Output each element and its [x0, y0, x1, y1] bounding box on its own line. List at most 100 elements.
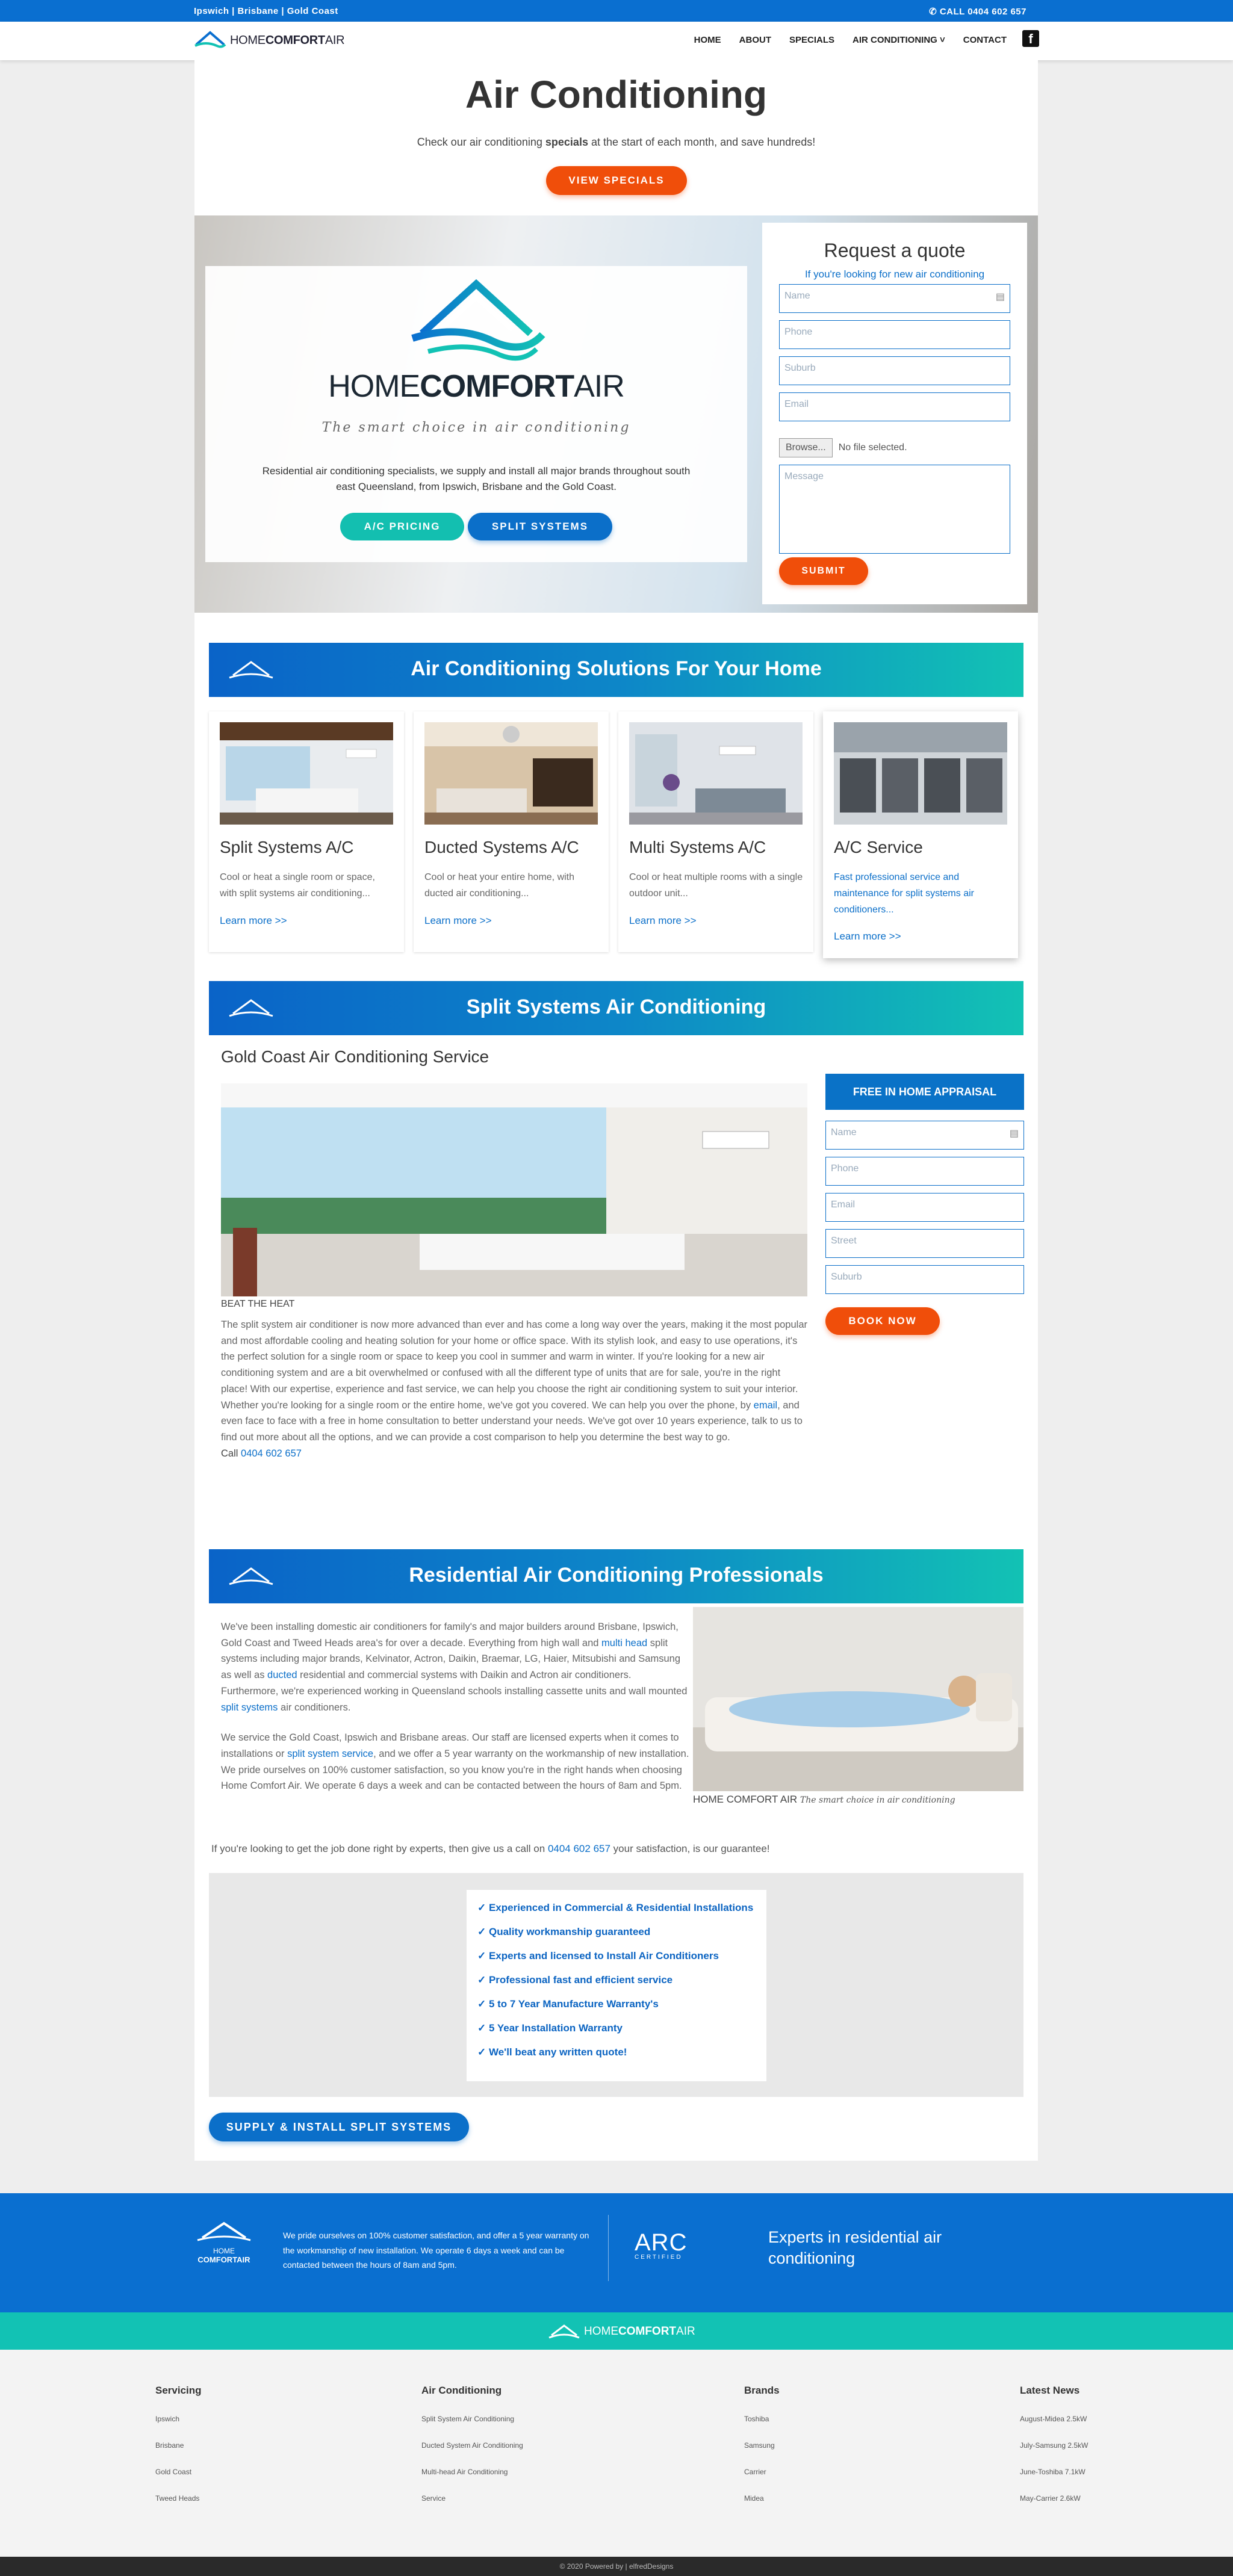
residential-paragraph-2: We service the Gold Coast, Ipswich and B…	[221, 1732, 689, 1792]
learn-more-link[interactable]: Learn more >>	[220, 915, 287, 927]
footer-link[interactable]: Samsung	[744, 2441, 780, 2468]
learn-more-link[interactable]: Learn more >>	[629, 915, 697, 927]
quote-form-title: Request a quote	[824, 240, 966, 261]
browse-button[interactable]: Browse...	[779, 438, 833, 457]
appraisal-phone-field[interactable]: Phone	[825, 1157, 1024, 1186]
quote-suburb-field[interactable]: Suburb	[779, 356, 1010, 385]
footer-logo-icon	[197, 2221, 251, 2241]
quote-submit-button[interactable]: SUBMIT	[779, 557, 868, 585]
footer-link[interactable]: Gold Coast	[155, 2468, 202, 2494]
footer-link[interactable]: Service	[421, 2494, 523, 2521]
nav-item-contact[interactable]: CONTACT	[963, 35, 1007, 45]
footer-link[interactable]: Brisbane	[155, 2441, 202, 2468]
footer-link[interactable]: July-Samsung 2.5kW	[1020, 2441, 1088, 2468]
split-systems-button[interactable]: SPLIT SYSTEMS	[468, 513, 612, 540]
service-card-text: Fast professional service and maintenanc…	[834, 872, 974, 915]
appraisal-phone-placeholder: Phone	[831, 1163, 859, 1174]
phone-link[interactable]: 0404 602 657	[241, 1448, 302, 1459]
quote-email-placeholder: Email	[784, 399, 809, 409]
footer-link[interactable]: Ipswich	[155, 2415, 202, 2441]
nav-item-specials[interactable]: SPECIALS	[789, 35, 834, 45]
footer-link[interactable]: August-Midea 2.5kW	[1020, 2415, 1088, 2441]
quote-form: Request a quote If you're looking for ne…	[762, 223, 1027, 604]
service-card-multi[interactable]: Multi Systems A/C Cool or heat multiple …	[618, 711, 813, 952]
benefit-item: ✓ We'll beat any written quote!	[477, 2046, 627, 2058]
footer-link[interactable]: Split System Air Conditioning	[421, 2415, 523, 2441]
logo-text: HOMECOMFORTAIR	[230, 33, 345, 47]
split-system-room-image	[220, 722, 393, 825]
page-subtitle: Check our air conditioning specials at t…	[417, 136, 816, 148]
book-now-button[interactable]: BOOK NOW	[825, 1307, 940, 1335]
benefit-item: ✓ Quality workmanship guaranteed	[477, 1926, 651, 1937]
footer-logo-band: HOMECOMFORTAIR	[0, 2312, 1233, 2350]
residential-banner: Residential Air Conditioning Professiona…	[209, 1549, 1023, 1603]
footer-link[interactable]: Toshiba	[744, 2415, 780, 2441]
appraisal-street-field[interactable]: Street	[825, 1229, 1024, 1258]
learn-more-link[interactable]: Learn more >>	[424, 915, 492, 927]
benefit-item: ✓ Professional fast and efficient servic…	[477, 1974, 673, 1986]
quote-form-subtitle: If you're looking for new air conditioni…	[804, 268, 985, 280]
quote-phone-placeholder: Phone	[784, 327, 813, 337]
benefits-section: ✓ Experienced in Commercial & Residentia…	[209, 1873, 1023, 2097]
logo-roof-icon	[194, 31, 226, 48]
split-system-service-link[interactable]: split system service	[287, 1748, 373, 1759]
quote-message-field[interactable]: Message	[779, 465, 1010, 554]
appraisal-suburb-field[interactable]: Suburb	[825, 1265, 1024, 1294]
quote-email-field[interactable]: Email	[779, 392, 1010, 421]
footer-link[interactable]: Multi-head Air Conditioning	[421, 2468, 523, 2494]
email-link[interactable]: email	[754, 1400, 777, 1411]
footer-links: Servicing Ipswich Brisbane Gold Coast Tw…	[0, 2350, 1233, 2557]
multi-head-link[interactable]: multi head	[601, 1638, 647, 1649]
nav-item-air-conditioning-label: AIR CONDITIONING	[853, 35, 937, 45]
ac-pricing-button[interactable]: A/C PRICING	[340, 513, 464, 540]
cta-phone-link[interactable]: 0404 602 657	[548, 1843, 610, 1854]
view-specials-button[interactable]: VIEW SPECIALS	[546, 166, 687, 195]
facebook-icon[interactable]: f	[1022, 30, 1039, 47]
main-navigation: HOMECOMFORTAIR HOME ABOUT SPECIALS AIR C…	[0, 22, 1233, 60]
nav-item-about[interactable]: ABOUT	[739, 35, 771, 45]
appraisal-name-field[interactable]: Name ▤	[825, 1121, 1024, 1150]
page-content: Air Conditioning Check our air condition…	[194, 60, 1038, 2161]
appraisal-email-field[interactable]: Email	[825, 1193, 1024, 1222]
service-card-text: Cool or heat multiple rooms with a singl…	[629, 872, 803, 899]
footer-band-logo[interactable]: HOMECOMFORTAIR	[548, 2323, 695, 2340]
site-logo[interactable]: HOMECOMFORTAIR	[194, 30, 345, 51]
service-card-split[interactable]: Split Systems A/C Cool or heat a single …	[209, 711, 404, 952]
appraisal-email-placeholder: Email	[831, 1200, 856, 1210]
footer-link[interactable]: Tweed Heads	[155, 2494, 202, 2521]
supply-install-button[interactable]: SUPPLY & INSTALL SPLIT SYSTEMS	[209, 2113, 469, 2141]
nav-menu: HOME ABOUT SPECIALS AIR CONDITIONING ˅ C…	[694, 35, 1007, 45]
ducted-link[interactable]: ducted	[267, 1670, 297, 1680]
footer-link[interactable]: Carrier	[744, 2468, 780, 2494]
service-card-service[interactable]: A/C Service Fast professional service an…	[823, 711, 1018, 958]
service-card-ducted[interactable]: Ducted Systems A/C Cool or heat your ent…	[414, 711, 609, 952]
multi-system-room-image	[629, 722, 803, 825]
nav-item-air-conditioning[interactable]: AIR CONDITIONING ˅	[853, 35, 945, 45]
outdoor-units-image	[834, 722, 1007, 825]
appraisal-suburb-placeholder: Suburb	[831, 1272, 862, 1282]
hero-tagline: The smart choice in air conditioning	[321, 420, 631, 435]
footer-link[interactable]: Ducted System Air Conditioning	[421, 2441, 523, 2468]
footer-band-logo-icon	[548, 2324, 580, 2339]
quote-name-placeholder: Name	[784, 291, 810, 301]
footer-link[interactable]: Midea	[744, 2494, 780, 2521]
service-card-title: Ducted Systems A/C	[424, 838, 579, 856]
call-link[interactable]: ✆ CALL 0404 602 657	[929, 6, 1026, 17]
quote-phone-field[interactable]: Phone	[779, 320, 1010, 349]
file-upload: Browse... No file selected.	[779, 438, 907, 457]
hero-brand-name: HOMECOMFORTAIR	[328, 369, 625, 404]
footer-column-heading: Brands	[744, 2385, 780, 2396]
learn-more-link[interactable]: Learn more >>	[834, 930, 901, 943]
service-locations: Ipswich | Brisbane | Gold Coast	[194, 6, 338, 16]
arc-certified-logo: ARC CERTIFIED	[635, 2229, 688, 2261]
quote-name-field[interactable]: Name ▤	[779, 284, 1010, 313]
footer-link[interactable]: May-Carrier 2.6kW	[1020, 2494, 1088, 2521]
woman-relaxing-image	[693, 1607, 1023, 1791]
footer-link[interactable]: June-Toshiba 7.1kW	[1020, 2468, 1088, 2494]
split-body-text: The split system air conditioner is now …	[221, 1319, 807, 1459]
appraisal-street-placeholder: Street	[831, 1236, 857, 1246]
split-systems-link[interactable]: split systems	[221, 1702, 278, 1713]
nav-item-home[interactable]: HOME	[694, 35, 721, 45]
footer-logo[interactable]: HOME COMFORTAIR	[194, 2220, 254, 2264]
file-status: No file selected.	[838, 442, 907, 453]
